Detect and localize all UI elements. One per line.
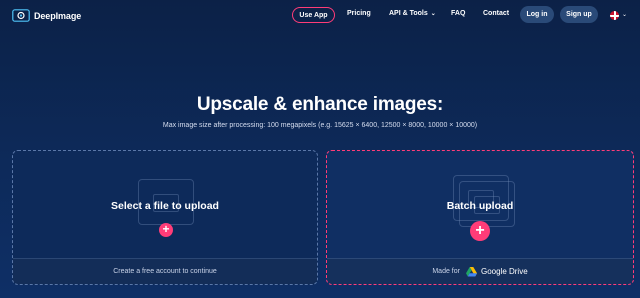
chevron-down-icon: ⌄ bbox=[430, 11, 436, 17]
uk-flag-icon[interactable] bbox=[610, 11, 619, 20]
nav-faq-link[interactable]: FAQ bbox=[451, 10, 465, 17]
page-title: Upscale & enhance images: bbox=[196, 94, 444, 115]
batch-upload-dropzone[interactable]: Batch upload + Made for Google Drive bbox=[326, 150, 634, 285]
single-upload-dropzone[interactable]: Select a file to upload + Create a free … bbox=[12, 150, 318, 285]
nav-pricing-link[interactable]: Pricing bbox=[347, 10, 371, 17]
logo-text: DeepImage bbox=[34, 10, 82, 21]
batch-upload-title: Batch upload bbox=[446, 200, 514, 212]
nav-contact-link[interactable]: Contact bbox=[483, 10, 509, 17]
made-for-text: Made for bbox=[432, 268, 460, 275]
nav-api-tools-link[interactable]: API & Tools ⌄ bbox=[389, 10, 436, 17]
google-drive-footer[interactable]: Made for Google Drive bbox=[327, 258, 633, 284]
google-drive-link[interactable]: Google Drive bbox=[465, 266, 528, 277]
signup-button[interactable]: Sign up bbox=[560, 6, 598, 23]
use-app-button[interactable]: Use App bbox=[292, 7, 335, 23]
google-drive-icon bbox=[465, 266, 477, 276]
login-button[interactable]: Log in bbox=[520, 6, 554, 23]
create-account-text: Create a free account to continue bbox=[113, 268, 217, 275]
deepimage-logo-icon bbox=[12, 9, 30, 22]
batch-add-plus-icon[interactable]: + bbox=[470, 221, 490, 241]
nav-api-tools-label: API & Tools bbox=[389, 10, 428, 17]
logo[interactable]: DeepImage bbox=[12, 9, 81, 22]
page-subtitle: Max image size after processing: 100 meg… bbox=[162, 122, 478, 129]
top-nav: DeepImage Use App Pricing API & Tools ⌄ F… bbox=[0, 0, 640, 30]
google-drive-label: Google Drive bbox=[480, 267, 528, 276]
create-account-footer[interactable]: Create a free account to continue bbox=[13, 258, 317, 284]
add-file-plus-icon[interactable]: + bbox=[159, 223, 173, 237]
single-upload-title: Select a file to upload bbox=[111, 200, 219, 212]
language-chevron-down-icon[interactable]: ⌄ bbox=[622, 11, 627, 18]
